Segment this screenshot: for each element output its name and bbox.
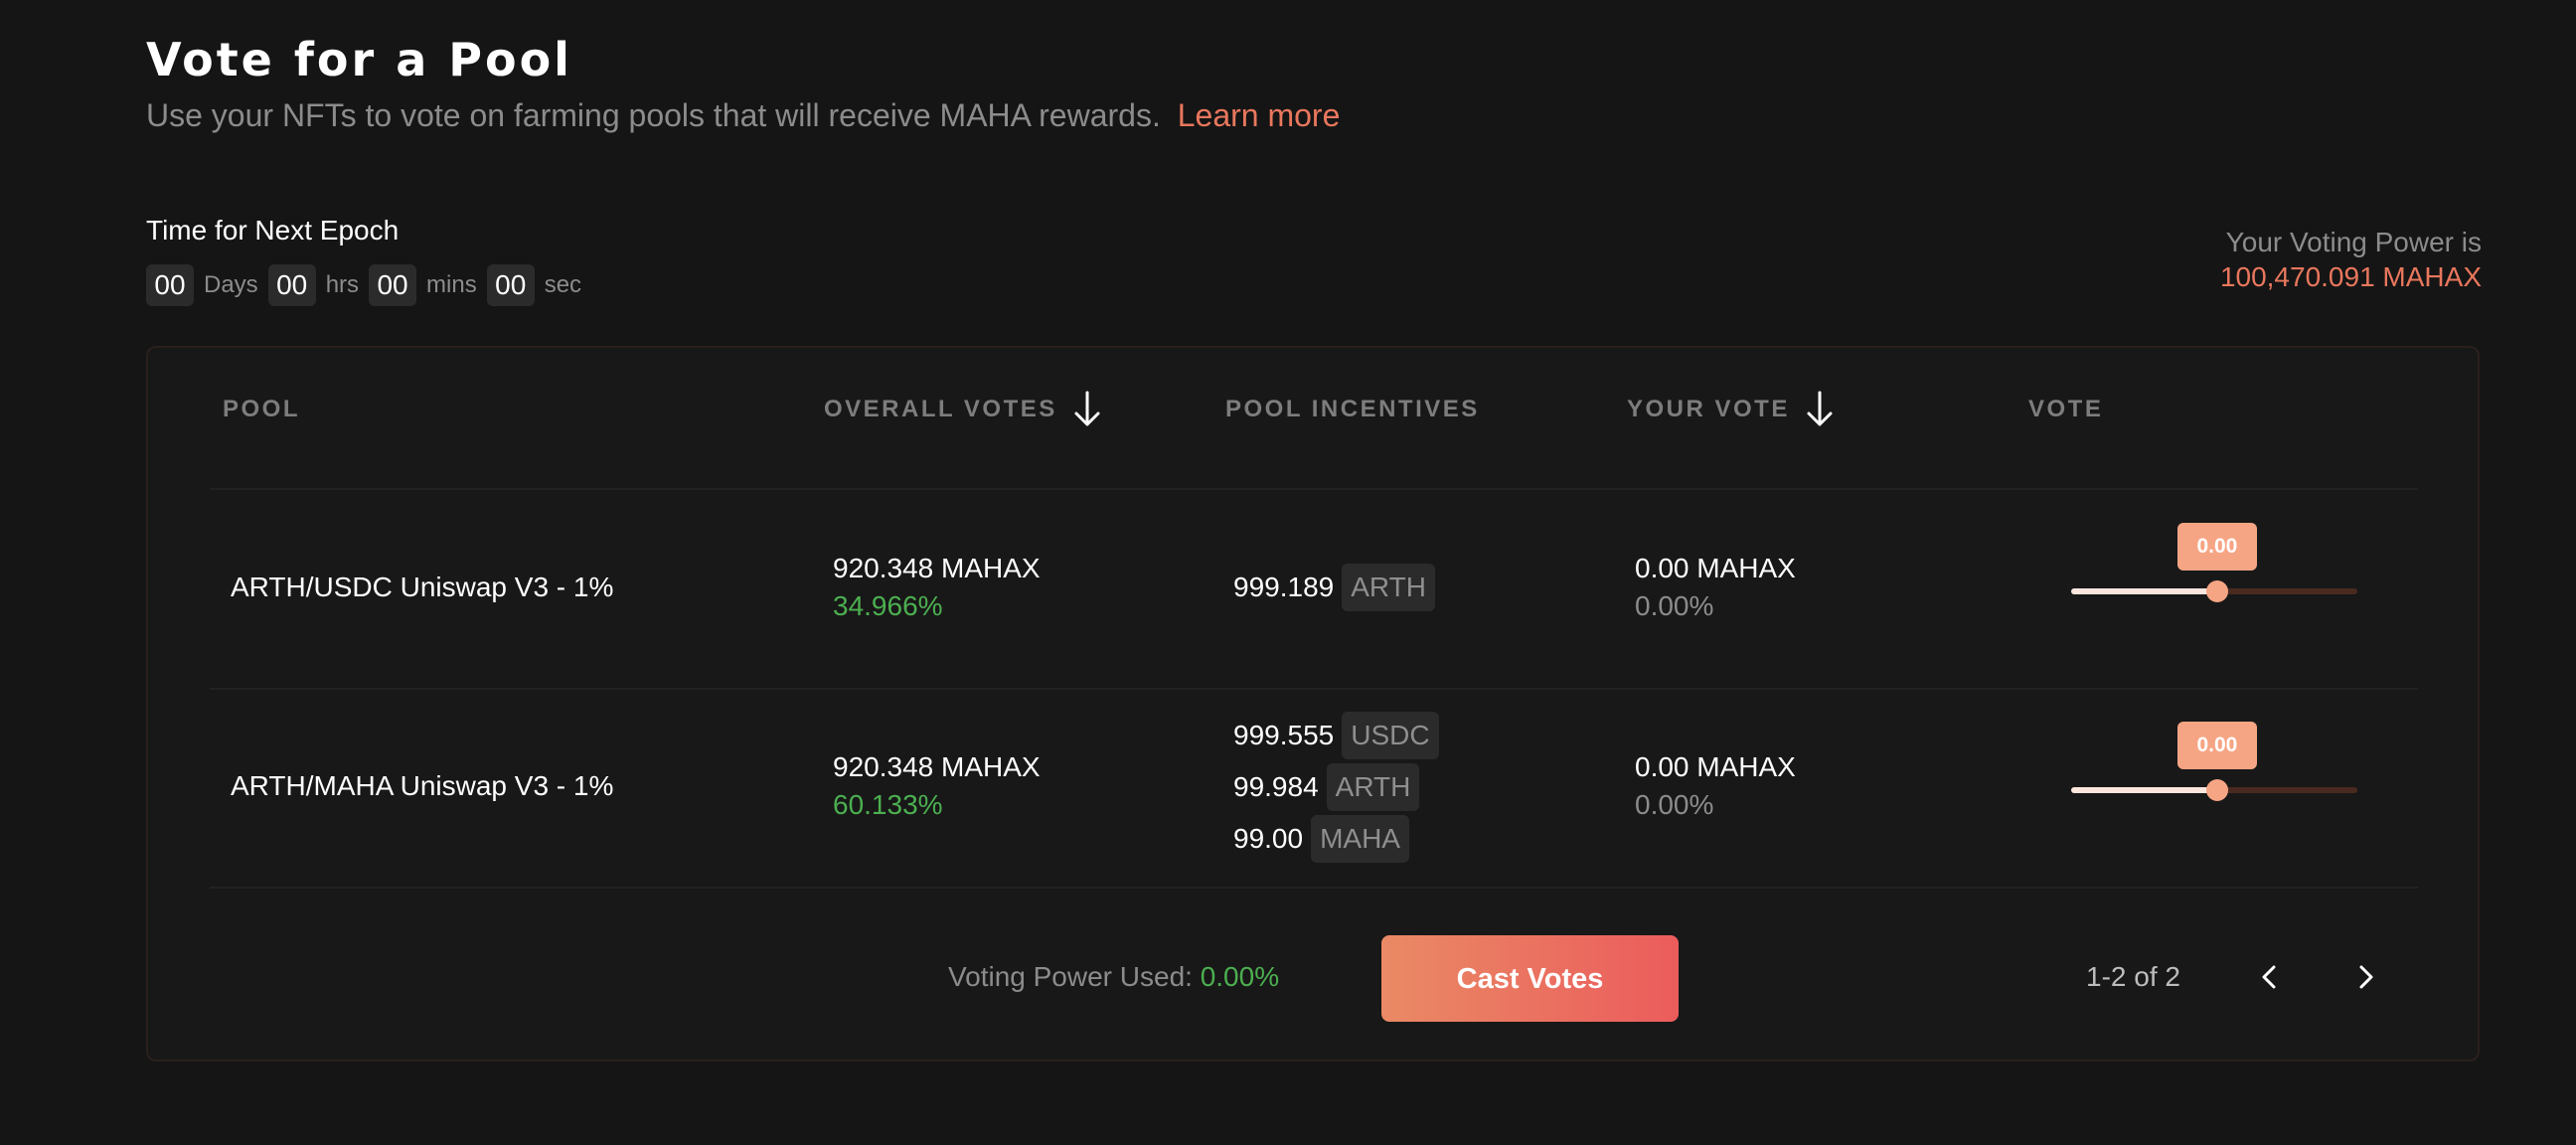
pagination-text: 1-2 of 2 xyxy=(2086,961,2180,992)
subtitle-text: Use your NFTs to vote on farming pools t… xyxy=(146,97,1161,133)
incentive-amount: 999.189 xyxy=(1233,572,1335,602)
epoch-sec-unit: sec xyxy=(544,271,582,298)
slider-value-tooltip: 0.00 xyxy=(2176,722,2257,769)
epoch-sec-value: 00 xyxy=(486,264,535,306)
pool-incentives-cell: 999.555 USDC 99.984 ARTH 99.00 MAHA xyxy=(1233,710,1439,865)
overall-votes-amount: 920.348 MAHAX xyxy=(833,751,1041,782)
epoch-countdown: 00 Days 00 hrs 00 mins 00 sec xyxy=(146,264,591,306)
overall-votes-cell: 920.348 MAHAX 34.966% xyxy=(833,550,1041,625)
incentive-item: 99.00 MAHA xyxy=(1233,813,1439,865)
epoch-label: Time for Next Epoch xyxy=(146,215,400,245)
chevron-right-icon[interactable] xyxy=(2348,960,2382,994)
your-vote-cell: 0.00 MAHAX 0.00% xyxy=(1635,748,1796,824)
incentive-token-badge: MAHA xyxy=(1311,815,1409,863)
pool-name: ARTH/USDC Uniswap V3 - 1% xyxy=(231,572,614,602)
voting-power-used-label: Voting Power Used: xyxy=(948,961,1193,992)
overall-votes-amount: 920.348 MAHAX xyxy=(833,553,1041,583)
voting-power-label: Your Voting Power is xyxy=(2225,227,2482,257)
cast-votes-button[interactable]: Cast Votes xyxy=(1381,935,1679,1022)
incentive-item: 999.189 ARTH xyxy=(1233,563,1435,612)
page-title: Vote for a Pool xyxy=(146,33,572,86)
column-header-pool: POOL xyxy=(223,392,300,427)
pool-name: ARTH/MAHA Uniswap V3 - 1% xyxy=(231,770,614,801)
slider-fill xyxy=(2071,787,2217,793)
pool-incentives-cell: 999.189 ARTH xyxy=(1233,563,1435,612)
learn-more-link[interactable]: Learn more xyxy=(1178,97,1341,133)
epoch-mins-unit: mins xyxy=(426,271,477,298)
arrow-down-icon xyxy=(1073,391,1101,428)
slider-thumb[interactable] xyxy=(2205,580,2228,602)
table-divider xyxy=(210,887,2418,889)
table-divider xyxy=(210,688,2418,690)
column-header-overall-votes-label: OVERALL VOTES xyxy=(824,396,1057,422)
arrow-down-icon xyxy=(1806,391,1834,428)
pools-table-panel xyxy=(146,346,2480,1062)
your-vote-cell: 0.00 MAHAX 0.00% xyxy=(1635,550,1796,625)
column-header-your-vote-label: YOUR VOTE xyxy=(1627,396,1790,422)
voting-power-used: Voting Power Used: 0.00% xyxy=(948,956,1279,998)
column-header-overall-votes[interactable]: OVERALL VOTES xyxy=(824,391,1101,428)
incentive-token-badge: ARTH xyxy=(1326,763,1420,811)
your-vote-percent: 0.00% xyxy=(1635,789,1714,820)
your-vote-percent: 0.00% xyxy=(1635,590,1714,621)
slider-value-tooltip: 0.00 xyxy=(2176,523,2257,571)
slider-thumb[interactable] xyxy=(2205,779,2228,801)
incentive-amount: 99.984 xyxy=(1233,771,1319,802)
incentive-amount: 999.555 xyxy=(1233,720,1335,750)
incentive-amount: 99.00 xyxy=(1233,823,1304,854)
column-header-pool-label: POOL xyxy=(223,396,301,422)
epoch-days-value: 00 xyxy=(146,264,194,306)
column-header-your-vote[interactable]: YOUR VOTE xyxy=(1627,391,1834,428)
vote-slider[interactable]: 0.00 xyxy=(2071,523,2357,602)
your-vote-amount: 0.00 MAHAX xyxy=(1635,751,1796,782)
column-header-pool-incentives: POOL INCENTIVES xyxy=(1225,392,1480,427)
column-header-vote-label: VOTE xyxy=(2028,396,2104,422)
your-vote-amount: 0.00 MAHAX xyxy=(1635,553,1796,583)
vote-slider[interactable]: 0.00 xyxy=(2071,722,2357,801)
epoch-mins-value: 00 xyxy=(369,264,417,306)
table-divider xyxy=(210,488,2418,490)
incentive-item: 99.984 ARTH xyxy=(1233,761,1439,813)
column-header-pool-incentives-label: POOL INCENTIVES xyxy=(1225,396,1480,422)
overall-votes-cell: 920.348 MAHAX 60.133% xyxy=(833,748,1041,824)
overall-votes-percent: 34.966% xyxy=(833,590,943,621)
chevron-left-icon[interactable] xyxy=(2253,960,2287,994)
voting-power-used-value: 0.00% xyxy=(1200,961,1280,992)
overall-votes-percent: 60.133% xyxy=(833,789,943,820)
epoch-days-unit: Days xyxy=(204,271,258,298)
incentive-token-badge: USDC xyxy=(1342,712,1439,759)
epoch-hrs-value: 00 xyxy=(267,264,316,306)
voting-power-value: 100,470.091 MAHAX xyxy=(2219,261,2482,292)
incentive-item: 999.555 USDC xyxy=(1233,710,1439,761)
column-header-vote: VOTE xyxy=(2028,392,2103,427)
epoch-hrs-unit: hrs xyxy=(325,271,360,298)
slider-fill xyxy=(2071,588,2217,594)
page-subtitle: Use your NFTs to vote on farming pools t… xyxy=(146,95,1340,135)
incentive-token-badge: ARTH xyxy=(1342,564,1435,611)
